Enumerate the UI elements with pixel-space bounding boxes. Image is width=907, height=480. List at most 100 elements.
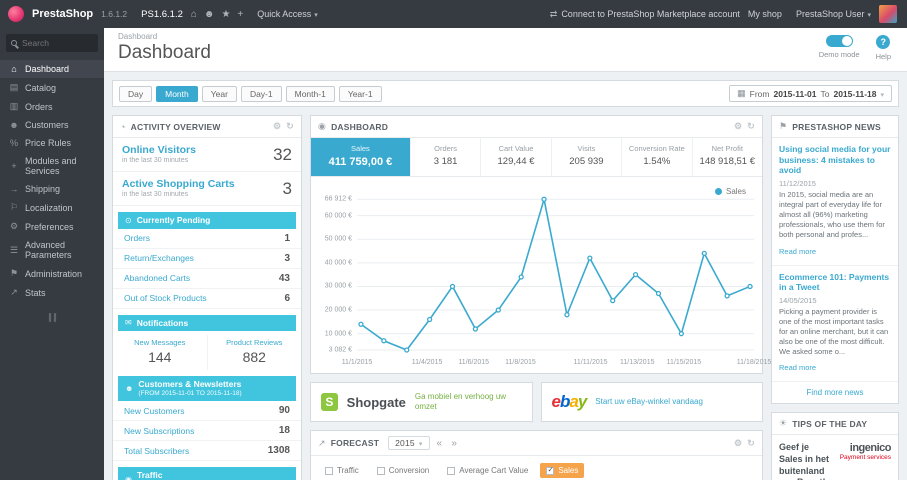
sidebar-item-localization[interactable]: ⚐ Localization (0, 198, 104, 217)
marketplace-connect-link[interactable]: Connect to PrestaShop Marketplace accoun… (550, 9, 740, 20)
news-article: Ecommerce 101: Payments in a Tweet 14/05/… (772, 266, 898, 383)
article-read-more-link[interactable]: Read more (779, 363, 816, 372)
storefront-icon[interactable]: ⌂ (191, 9, 197, 20)
question-mark-icon[interactable]: ? (876, 35, 891, 49)
date-filter-toolbar: DayMonthYearDay-1Month-1Year-1 From 2015… (112, 80, 899, 107)
shopgate-module[interactable]: S Shopgate Ga mobiel en verhoog uw omzet (310, 382, 533, 422)
ingenico-logo: ingenico Payment services (840, 442, 892, 461)
sidebar-item-modules-and-services[interactable]: + Modules and Services (0, 152, 104, 180)
pending-label-link[interactable]: Abandoned Carts (124, 273, 190, 283)
pending-label-link[interactable]: Out of Stock Products (124, 293, 207, 303)
to-label: To (820, 88, 830, 99)
date-range-picker[interactable]: From 2015-11-01 To 2015-11-18 (729, 85, 892, 102)
article-headline[interactable]: Using social media for your business: 4 … (779, 144, 891, 176)
pending-label-link[interactable]: Orders (124, 233, 150, 243)
previous-icon[interactable]: « (435, 438, 445, 449)
activity-panel-title: ACTIVITY OVERVIEW (130, 121, 221, 132)
gear-icon[interactable] (734, 438, 742, 449)
clock-icon: ⊙ (125, 215, 132, 225)
forecast-legend-sales[interactable]: Sales (540, 463, 585, 478)
checkbox-icon[interactable] (546, 465, 555, 475)
sidebar-item-label: Customers (25, 120, 69, 130)
notification-product-reviews[interactable]: Product Reviews 882 (208, 335, 302, 370)
shop-name-link[interactable]: PS1.6.1.2 (141, 9, 183, 20)
customers-value: 18 (278, 425, 290, 437)
refresh-icon[interactable] (747, 121, 755, 132)
sidebar-item-advanced-parameters[interactable]: ☰ Advanced Parameters (0, 236, 104, 264)
shopgate-cta-link[interactable]: Ga mobiel en verhoog uw omzet (415, 392, 522, 411)
ebay-cta-link[interactable]: Start uw eBay-winkel vandaag (595, 397, 703, 407)
catalog-icon: ▤ (9, 82, 19, 92)
sidebar-item-stats[interactable]: ↗ Stats (0, 283, 104, 302)
checkbox-icon[interactable] (325, 466, 333, 475)
x-axis-tick-label: 11/15/2015 (666, 359, 702, 366)
checkbox-icon[interactable] (376, 466, 385, 475)
pending-label-link[interactable]: Return/Exchanges (124, 253, 194, 263)
sidebar-collapse-icon[interactable] (0, 312, 104, 323)
customers-quick-icon[interactable]: ☻ (204, 9, 215, 20)
sidebar-item-price-rules[interactable]: % Price Rules (0, 134, 104, 152)
gear-icon[interactable] (273, 121, 281, 132)
sidebar-item-shipping[interactable]: → Shipping (0, 180, 104, 198)
period-button-month[interactable]: Month (156, 85, 198, 102)
forecast-year-select[interactable]: 2015 (388, 436, 430, 450)
pending-row: Out of Stock Products 6 (113, 289, 301, 309)
page-title: Dashboard (118, 42, 211, 63)
x-axis-tick-label: 11/11/2015 (573, 359, 608, 366)
gear-icon[interactable] (734, 121, 742, 132)
customers-label-link[interactable]: Total Subscribers (124, 446, 189, 456)
notification-new-messages[interactable]: New Messages 144 (113, 335, 208, 371)
star-icon[interactable]: ★ (221, 9, 230, 20)
sidebar-item-administration[interactable]: ⚑ Administration (0, 264, 104, 283)
online-visitors-link[interactable]: Online Visitors in the last 30 minutes (122, 144, 196, 165)
period-button-month-1[interactable]: Month-1 (285, 85, 335, 102)
list-icon: ☰ (9, 244, 19, 255)
article-read-more-link[interactable]: Read more (779, 247, 816, 256)
sidebar-search[interactable] (6, 34, 98, 52)
addons-icon[interactable]: + (237, 9, 243, 20)
toggle-on-icon[interactable] (825, 35, 853, 47)
sidebar-item-dashboard[interactable]: ⌂ Dashboard (0, 60, 104, 78)
demo-mode-toggle[interactable]: Demo mode (819, 35, 860, 59)
find-more-news-link[interactable]: Find more news (772, 382, 898, 403)
flag-icon: ⚐ (9, 202, 19, 212)
customers-label-link[interactable]: New Subscriptions (124, 426, 194, 436)
checkbox-icon[interactable] (447, 466, 456, 475)
content-area: DayMonthYearDay-1Month-1Year-1 From 2015… (104, 72, 907, 480)
sidebar-item-preferences[interactable]: ⚙ Preferences (0, 217, 104, 236)
active-carts-link[interactable]: Active Shopping Carts in the last 30 min… (122, 178, 235, 199)
forecast-legend-label: Average Cart Value (459, 466, 529, 475)
customers-label-link[interactable]: New Customers (124, 406, 184, 416)
topbar: PrestaShop 1.6.1.2 PS1.6.1.2 ⌂ ☻ ★ + Quick … (0, 0, 907, 28)
period-button-year[interactable]: Year (201, 85, 237, 102)
period-button-day-1[interactable]: Day-1 (240, 85, 282, 102)
kpi-cart-value[interactable]: Cart Value 129,44 € (481, 138, 552, 176)
user-avatar[interactable] (879, 5, 897, 23)
forecast-legend-traffic[interactable]: Traffic (319, 463, 365, 478)
period-button-day[interactable]: Day (119, 85, 153, 102)
search-input[interactable] (22, 38, 90, 48)
customers-row: New Customers 90 (113, 401, 301, 422)
kpi-conversion-rate[interactable]: Conversion Rate 1.54% (622, 138, 693, 176)
sidebar-item-catalog[interactable]: ▤ Catalog (0, 78, 104, 97)
next-icon[interactable]: » (449, 438, 459, 449)
refresh-icon[interactable] (747, 438, 755, 449)
refresh-icon[interactable] (286, 121, 294, 132)
kpi-visits[interactable]: Visits 205 939 (552, 138, 623, 176)
user-name: PrestaShop User (795, 9, 865, 19)
sidebar-item-customers[interactable]: ☻ Customers (0, 116, 104, 134)
article-headline[interactable]: Ecommerce 101: Payments in a Tweet (779, 272, 891, 293)
ebay-module[interactable]: ebay Start uw eBay-winkel vandaag (540, 382, 763, 422)
period-button-year-1[interactable]: Year-1 (338, 85, 382, 102)
kpi-orders[interactable]: Orders 3 181 (411, 138, 482, 176)
forecast-legend-average-cart-value[interactable]: Average Cart Value (441, 463, 534, 478)
sidebar-item-orders[interactable]: ▥ Orders (0, 97, 104, 116)
user-menu[interactable]: PrestaShop User (796, 9, 871, 19)
quick-access-menu[interactable]: Quick Access (257, 9, 318, 19)
forecast-legend-conversion[interactable]: Conversion (371, 463, 435, 478)
y-axis-tick-label: 20 000 € (324, 306, 352, 314)
help-button[interactable]: ? Help (876, 35, 891, 61)
kpi-net-profit[interactable]: Net Profit 148 918,51 € (693, 138, 762, 176)
my-shop-link[interactable]: My shop (748, 9, 782, 19)
kpi-sales[interactable]: Sales 411 759,00 € (311, 138, 411, 176)
